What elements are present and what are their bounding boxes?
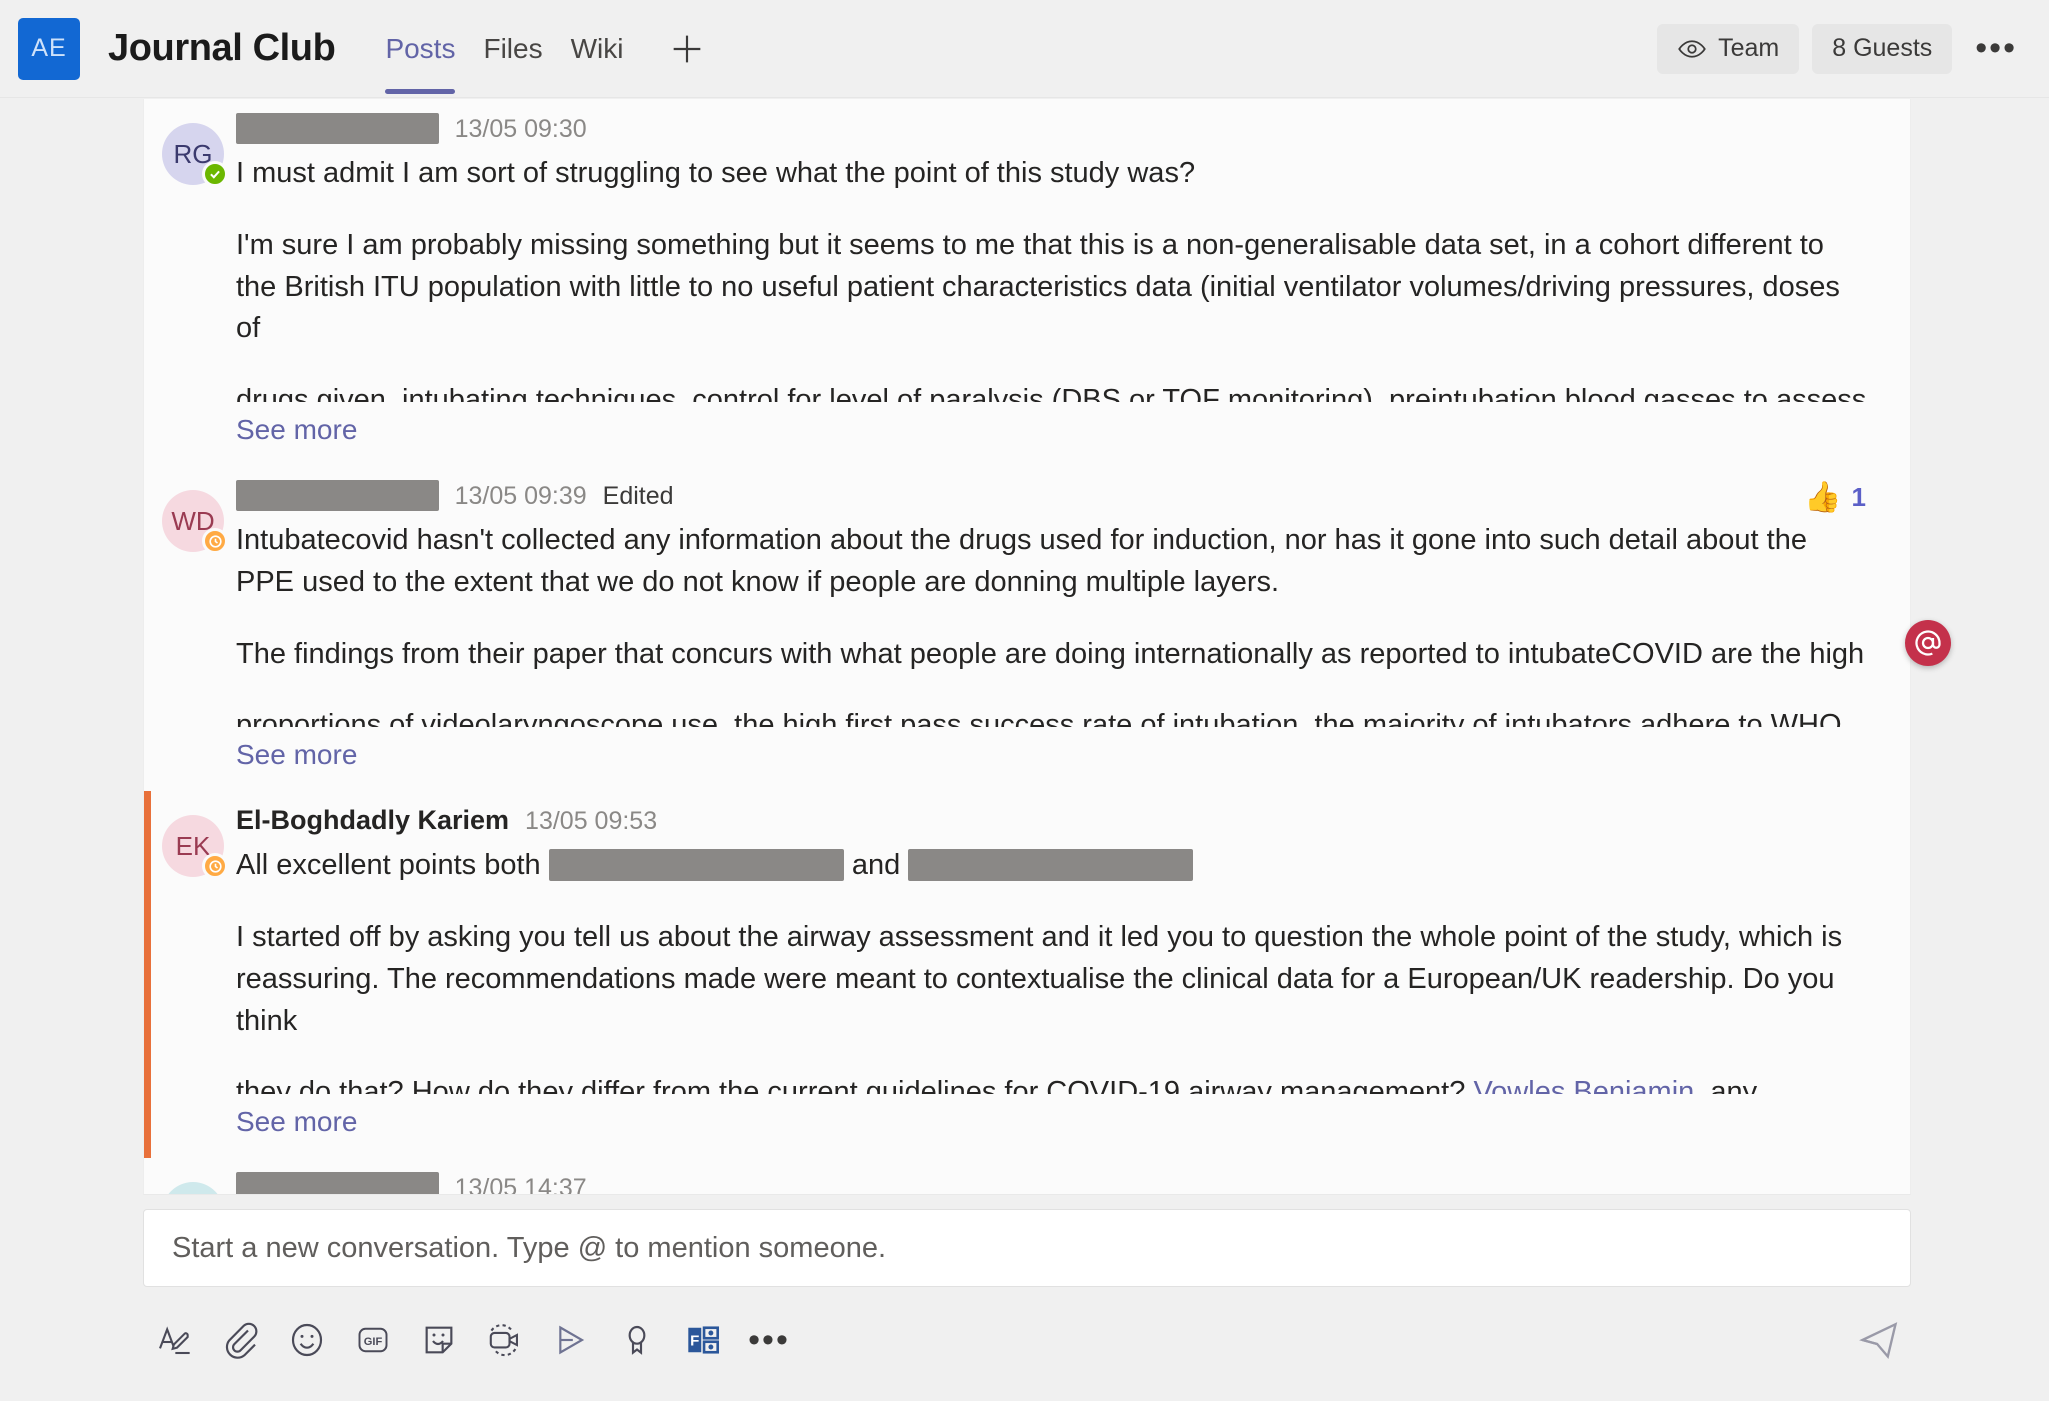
message-paragraph: I started off by asking you tell us abou… xyxy=(236,921,1843,1037)
send-button[interactable] xyxy=(1847,1308,1911,1372)
tab-posts-label: Posts xyxy=(385,32,456,64)
message-timestamp: 13/05 14:37 xyxy=(454,1174,587,1195)
message-edited-label: Edited xyxy=(602,482,674,510)
avatar-circle: EK xyxy=(162,815,228,880)
message-clipped-line: drugs given, intubating techniques, cont… xyxy=(236,384,1867,402)
compose-area: Start a new conversation. Type @ to ment… xyxy=(0,1200,2049,1401)
message-clipped-line: proportions of videolaryngoscope use, th… xyxy=(236,709,1842,728)
message-header: Redacted Name 13/05 14:37 xyxy=(236,1172,1870,1195)
mention-link[interactable]: Vowles Benjamin xyxy=(1473,1076,1694,1094)
mention-sentence-joiner: and xyxy=(843,849,909,882)
see-more-link[interactable]: See more xyxy=(236,408,357,466)
message-paragraph-with-mentions: All excellent points both Redacted Perso… xyxy=(236,845,1870,887)
tab-posts[interactable]: Posts xyxy=(371,0,469,98)
tab-wiki[interactable]: Wiki xyxy=(557,0,638,98)
message-item[interactable]: KM Redacted Name 13/05 14:37 xyxy=(144,1158,1910,1195)
emoji-icon[interactable] xyxy=(275,1308,339,1372)
thumbs-up-icon: 👍 xyxy=(1804,481,1842,514)
presence-available-icon xyxy=(202,161,228,187)
redacted-mention: Redacted Person Two xyxy=(908,849,1194,882)
message-header: Redacted Name 13/05 09:30 xyxy=(236,113,1870,149)
avatar: WD xyxy=(162,480,236,791)
avatar: RG xyxy=(162,113,236,466)
svg-text:F: F xyxy=(690,1333,699,1350)
avatar-circle: WD xyxy=(162,490,228,554)
see-more-link[interactable]: See more xyxy=(236,1100,357,1158)
presence-away-icon xyxy=(202,528,228,554)
sticker-icon[interactable] xyxy=(407,1308,471,1372)
channel-more-options-button[interactable]: ••• xyxy=(1965,29,2027,68)
message-author: Redacted Name xyxy=(236,113,439,144)
forms-icon[interactable]: F xyxy=(671,1308,735,1372)
stream-icon[interactable] xyxy=(539,1308,603,1372)
redacted-mention: Redacted Person One xyxy=(548,849,844,882)
tab-files-label: Files xyxy=(483,32,543,64)
message-author: El-Boghdadly Kariem xyxy=(236,805,510,836)
message-paragraph: I must admit I am sort of struggling to … xyxy=(236,157,1196,189)
compose-input-placeholder: Start a new conversation. Type @ to ment… xyxy=(172,1231,887,1264)
avatar: KM xyxy=(162,1172,236,1194)
header-actions: Team 8 Guests ••• xyxy=(1657,23,2027,74)
message-item[interactable]: WD Redacted Name 13/05 09:39 Edite xyxy=(144,466,1910,791)
meet-now-icon[interactable] xyxy=(473,1308,537,1372)
format-icon[interactable] xyxy=(143,1308,207,1372)
at-mention-icon xyxy=(1915,630,1941,656)
compose-box[interactable]: Start a new conversation. Type @ to ment… xyxy=(143,1209,1911,1287)
message-paragraph: I'm sure I am probably missing something… xyxy=(236,228,1840,345)
giphy-icon[interactable]: GIF xyxy=(341,1308,405,1372)
presence-away-icon xyxy=(202,853,228,880)
reaction-badge[interactable]: 👍 1 xyxy=(1804,480,1866,515)
tab-bar: Posts Files Wiki xyxy=(371,0,707,98)
reaction-count: 1 xyxy=(1851,482,1866,512)
page-title: Journal Club xyxy=(108,27,336,69)
praise-icon[interactable] xyxy=(605,1308,669,1372)
message-timestamp: 13/05 09:30 xyxy=(454,115,587,143)
message-timestamp: 13/05 09:39 xyxy=(454,482,587,510)
attach-icon[interactable] xyxy=(209,1308,273,1372)
message-header: Redacted Name 13/05 09:39 Edited xyxy=(236,480,1870,516)
tab-files[interactable]: Files xyxy=(469,0,556,98)
message-author: Redacted Name xyxy=(236,480,439,511)
tab-wiki-label: Wiki xyxy=(570,32,624,64)
svg-text:GIF: GIF xyxy=(364,1336,383,1348)
plus-icon xyxy=(674,35,701,62)
guests-pill-label: 8 Guests xyxy=(1832,34,1933,62)
message-author: Redacted Name xyxy=(236,1172,439,1194)
avatar-circle: RG xyxy=(162,123,228,187)
compose-toolbar: GIF F ••• xyxy=(143,1300,1911,1380)
eye-icon xyxy=(1677,34,1707,64)
avatar: EK xyxy=(162,805,236,1158)
unread-mention-badge[interactable] xyxy=(1905,620,1951,666)
message-item[interactable]: EK El-Boghdadly Kariem 13/05 09:53 All e… xyxy=(144,791,1910,1159)
message-item[interactable]: RG Redacted Name 13/05 09:30 xyxy=(144,99,1910,466)
more-options-icon[interactable]: ••• xyxy=(737,1308,801,1372)
team-visibility-button[interactable]: Team xyxy=(1657,23,1800,74)
add-tab-button[interactable] xyxy=(667,0,707,98)
message-paragraph: Intubatecovid hasn't collected any infor… xyxy=(236,524,1807,598)
message-paragraph: The findings from their paper that concu… xyxy=(236,637,1865,670)
message-text: Intubatecovid hasn't collected any infor… xyxy=(236,520,1870,727)
channel-header: AE Journal Club Posts Files Wiki Team 8 … xyxy=(0,0,2049,98)
team-pill-label: Team xyxy=(1718,34,1780,62)
message-header: El-Boghdadly Kariem 13/05 09:53 xyxy=(236,805,1870,841)
message-clipped-line: they do that? How do they differ from th… xyxy=(236,1072,1870,1094)
message-timestamp: 13/05 09:53 xyxy=(525,807,658,836)
message-list[interactable]: RG Redacted Name 13/05 09:30 xyxy=(143,99,1911,1195)
send-icon xyxy=(1859,1322,1898,1360)
message-text: All excellent points both Redacted Perso… xyxy=(236,845,1870,1094)
avatar-circle: KM xyxy=(162,1182,224,1194)
team-avatar-initials: AE xyxy=(31,34,67,62)
mention-sentence-prefix: All excellent points both xyxy=(236,849,549,882)
see-more-link[interactable]: See more xyxy=(236,733,357,791)
team-avatar: AE xyxy=(18,17,80,80)
conversation-area: RG Redacted Name 13/05 09:30 xyxy=(0,99,2049,1200)
guests-button[interactable]: 8 Guests xyxy=(1812,23,1953,74)
message-text: I must admit I am sort of struggling to … xyxy=(236,153,1870,402)
